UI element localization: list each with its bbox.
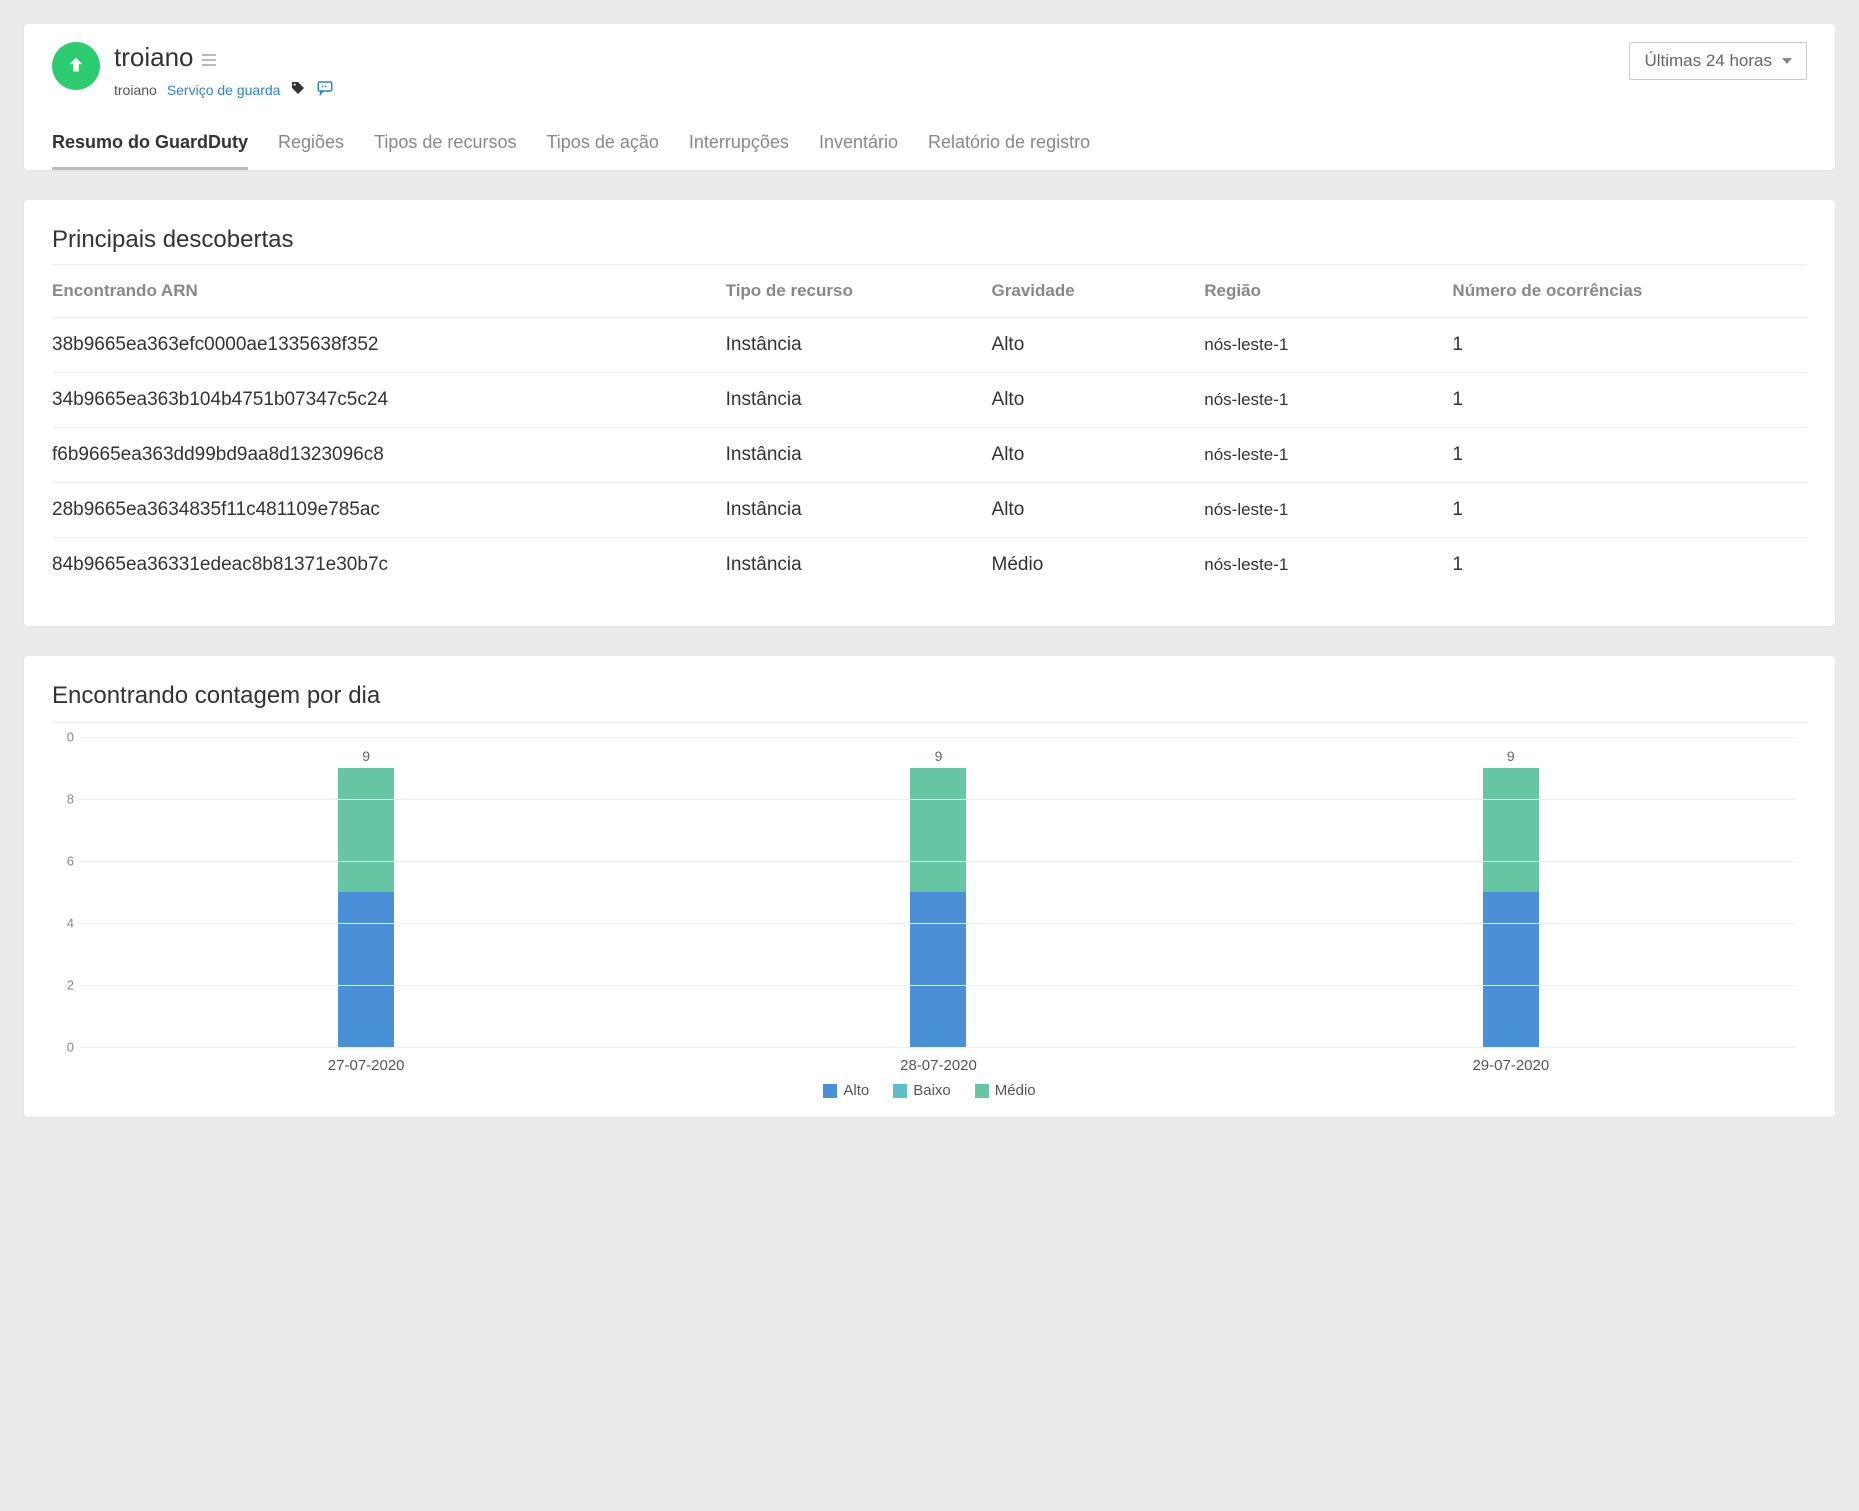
cell-severity: Alto [992,373,1205,428]
chart-legend: Alto Baixo Médio [52,1082,1807,1099]
col-region[interactable]: Região [1204,265,1452,318]
cell-type: Instância [726,538,992,593]
cell-region: nós-leste-1 [1204,538,1452,593]
tab-2[interactable]: Tipos de recursos [374,122,516,170]
chart-grid: 999 024680 [80,737,1797,1047]
cell-severity: Médio [992,538,1205,593]
comment-icon[interactable] [316,79,334,100]
time-range-select[interactable]: Últimas 24 horas [1629,42,1807,80]
tab-3[interactable]: Tipos de ação [546,122,658,170]
cell-arn: f6b9665ea363dd99bd9aa8d1323096c8 [52,428,726,483]
bar-segment-alto [1483,892,1539,1047]
tab-1[interactable]: Regiões [278,122,344,170]
cell-type: Instância [726,373,992,428]
cell-occurrences: 1 [1452,373,1807,428]
legend-alto[interactable]: Alto [823,1082,869,1099]
tab-0[interactable]: Resumo do GuardDuty [52,122,248,170]
findings-card: Principais descobertas Encontrando ARN T… [24,200,1835,626]
cell-occurrences: 1 [1452,483,1807,538]
y-tick: 2 [52,978,74,993]
x-tick: 28-07-2020 [900,1057,977,1074]
tab-5[interactable]: Inventário [819,122,898,170]
col-type[interactable]: Tipo de recurso [726,265,992,318]
bar-group[interactable]: 9 [1228,748,1795,1047]
cell-arn: 28b9665ea3634835f11c481109e785ac [52,483,726,538]
breadcrumb: troiano Serviço de guarda [114,79,334,100]
y-tick: 0 [52,1040,74,1055]
table-row[interactable]: 28b9665ea3634835f11c481109e785acInstânci… [52,483,1807,538]
cell-occurrences: 1 [1452,428,1807,483]
breadcrumb-root: troiano [114,82,157,98]
page-title: troiano [114,42,194,73]
header-card: troiano troiano Serviço de guarda Última… [24,24,1835,170]
cell-region: nós-leste-1 [1204,318,1452,373]
legend-baixo[interactable]: Baixo [893,1082,951,1099]
avatar [52,42,100,90]
findings-title: Principais descobertas [52,226,1807,254]
chevron-down-icon [1782,58,1792,64]
table-row[interactable]: 34b9665ea363b104b4751b07347c5c24Instânci… [52,373,1807,428]
bar-segment-alto [338,892,394,1047]
findings-table: Encontrando ARN Tipo de recurso Gravidad… [52,264,1807,592]
time-range-label: Últimas 24 horas [1644,51,1772,71]
chart-title: Encontrando contagem por dia [52,682,1807,710]
cell-region: nós-leste-1 [1204,483,1452,538]
cell-type: Instância [726,318,992,373]
tag-icon[interactable] [290,80,306,99]
y-tick: 0 [52,730,74,745]
col-occurrences[interactable]: Número de ocorrências [1452,265,1807,318]
bar-segment-medio [910,768,966,892]
y-tick: 6 [52,854,74,869]
table-row[interactable]: 38b9665ea363efc0000ae1335638f352Instânci… [52,318,1807,373]
cell-occurrences: 1 [1452,538,1807,593]
col-severity[interactable]: Gravidade [992,265,1205,318]
col-arn[interactable]: Encontrando ARN [52,265,726,318]
cell-occurrences: 1 [1452,318,1807,373]
cell-arn: 84b9665ea36331edeac8b81371e30b7c [52,538,726,593]
cell-severity: Alto [992,428,1205,483]
cell-arn: 34b9665ea363b104b4751b07347c5c24 [52,373,726,428]
bar-total-label: 9 [1507,748,1515,764]
legend-medio[interactable]: Médio [975,1082,1036,1099]
breadcrumb-link[interactable]: Serviço de guarda [167,82,281,98]
table-row[interactable]: f6b9665ea363dd99bd9aa8d1323096c8Instânci… [52,428,1807,483]
cell-type: Instância [726,483,992,538]
bar-total-label: 9 [362,748,370,764]
y-tick: 8 [52,792,74,807]
tab-4[interactable]: Interrupções [689,122,789,170]
bar-segment-alto [910,892,966,1047]
bar-segment-medio [338,768,394,892]
cell-region: nós-leste-1 [1204,373,1452,428]
cell-arn: 38b9665ea363efc0000ae1335638f352 [52,318,726,373]
tabs: Resumo do GuardDuty Regiões Tipos de recur… [52,122,1807,170]
bar-total-label: 9 [935,748,943,764]
bar-group[interactable]: 9 [655,748,1222,1047]
x-tick: 29-07-2020 [1472,1057,1549,1074]
cell-severity: Alto [992,483,1205,538]
cell-severity: Alto [992,318,1205,373]
hamburger-icon[interactable] [202,50,216,66]
cell-type: Instância [726,428,992,483]
cell-region: nós-leste-1 [1204,428,1452,483]
chart-x-labels: 27-07-2020 28-07-2020 29-07-2020 [80,1057,1797,1074]
y-tick: 4 [52,916,74,931]
x-tick: 27-07-2020 [328,1057,405,1074]
chart-card: Encontrando contagem por dia 999 024680 … [24,656,1835,1117]
bar-group[interactable]: 9 [83,748,650,1047]
arrow-up-icon [65,55,87,77]
bar-segment-medio [1483,768,1539,892]
table-row[interactable]: 84b9665ea36331edeac8b81371e30b7cInstânci… [52,538,1807,593]
tab-6[interactable]: Relatório de registro [928,122,1090,170]
